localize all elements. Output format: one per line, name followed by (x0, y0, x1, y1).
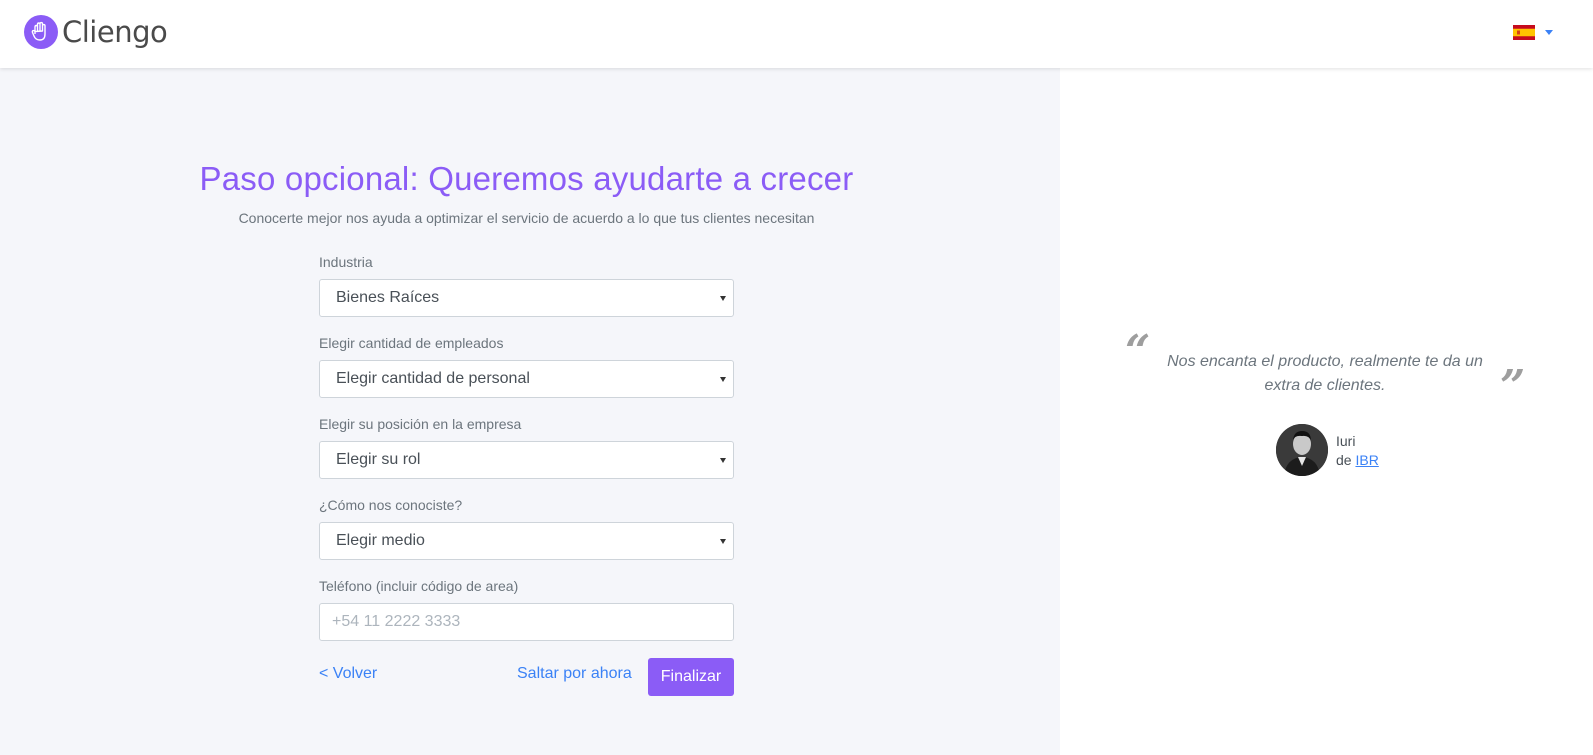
back-link[interactable]: < Volver (319, 665, 377, 683)
position-select[interactable]: Elegir su rol (319, 441, 734, 479)
source-label: ¿Cómo nos conociste? (319, 497, 463, 513)
employees-select-value: Elegir cantidad de personal (336, 370, 530, 387)
testimonial-quote: Nos encanta el producto, realmente te da… (1167, 353, 1483, 394)
top-navbar: Cliengo (0, 0, 1593, 68)
phone-label: Teléfono (incluir código de area) (319, 578, 519, 594)
industry-select-value: Bienes Raíces (336, 289, 440, 306)
quote-open-icon: “ (1125, 326, 1151, 377)
company-link[interactable]: IBR (1355, 452, 1378, 468)
finish-button[interactable]: Finalizar (648, 658, 734, 696)
avatar (1276, 424, 1328, 476)
chevron-down-icon (720, 296, 726, 301)
page-title: Paso opcional: Queremos ayudarte a crece… (199, 160, 854, 197)
phone-input[interactable] (319, 603, 734, 641)
quote-close-icon: ” (1500, 361, 1526, 412)
position-select-value: Elegir su rol (336, 451, 421, 468)
hand-icon (24, 15, 58, 49)
cliengo-logo[interactable]: Cliengo (24, 15, 168, 49)
position-label: Elegir su posición en la empresa (319, 416, 522, 432)
source-select-value: Elegir medio (336, 532, 425, 549)
chevron-down-icon (720, 458, 726, 463)
industry-label: Industria (319, 254, 373, 270)
logo-text: Cliengo (62, 15, 168, 49)
skip-link[interactable]: Saltar por ahora (517, 665, 632, 683)
language-selector[interactable] (1513, 25, 1553, 40)
chevron-down-icon (720, 377, 726, 382)
source-select[interactable]: Elegir medio (319, 522, 734, 560)
employees-label: Elegir cantidad de empleados (319, 335, 504, 351)
chevron-down-icon (720, 539, 726, 544)
author-prefix: de (1336, 452, 1352, 468)
employees-select[interactable]: Elegir cantidad de personal (319, 360, 734, 398)
spain-flag-icon (1513, 25, 1535, 40)
industry-select[interactable]: Bienes Raíces (319, 279, 734, 317)
author-name: Iuri (1336, 433, 1356, 449)
testimonial-author: Iuri de IBR (1336, 432, 1379, 470)
author-company-line: de IBR (1336, 451, 1379, 470)
page-subtitle: Conocerte mejor nos ayuda a optimizar el… (238, 210, 815, 226)
caret-down-icon (1545, 30, 1553, 35)
